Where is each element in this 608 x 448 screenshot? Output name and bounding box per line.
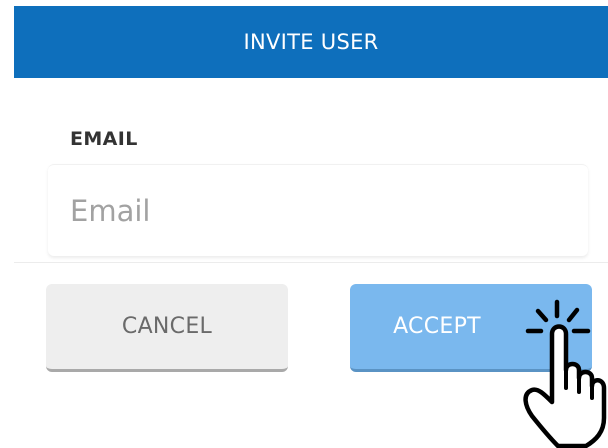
cancel-button[interactable]: CANCEL bbox=[46, 284, 288, 372]
accept-button-label: ACCEPT bbox=[393, 314, 481, 339]
email-input[interactable] bbox=[48, 164, 588, 256]
dialog-title: INVITE USER bbox=[243, 30, 379, 54]
divider bbox=[14, 262, 608, 263]
dialog-header: INVITE USER bbox=[14, 6, 608, 78]
cancel-button-label: CANCEL bbox=[121, 314, 213, 339]
accept-button[interactable]: ACCEPT bbox=[350, 284, 592, 372]
invite-user-dialog: INVITE USER EMAIL CANCEL ACCEPT bbox=[0, 0, 608, 448]
email-label: EMAIL bbox=[70, 128, 138, 150]
